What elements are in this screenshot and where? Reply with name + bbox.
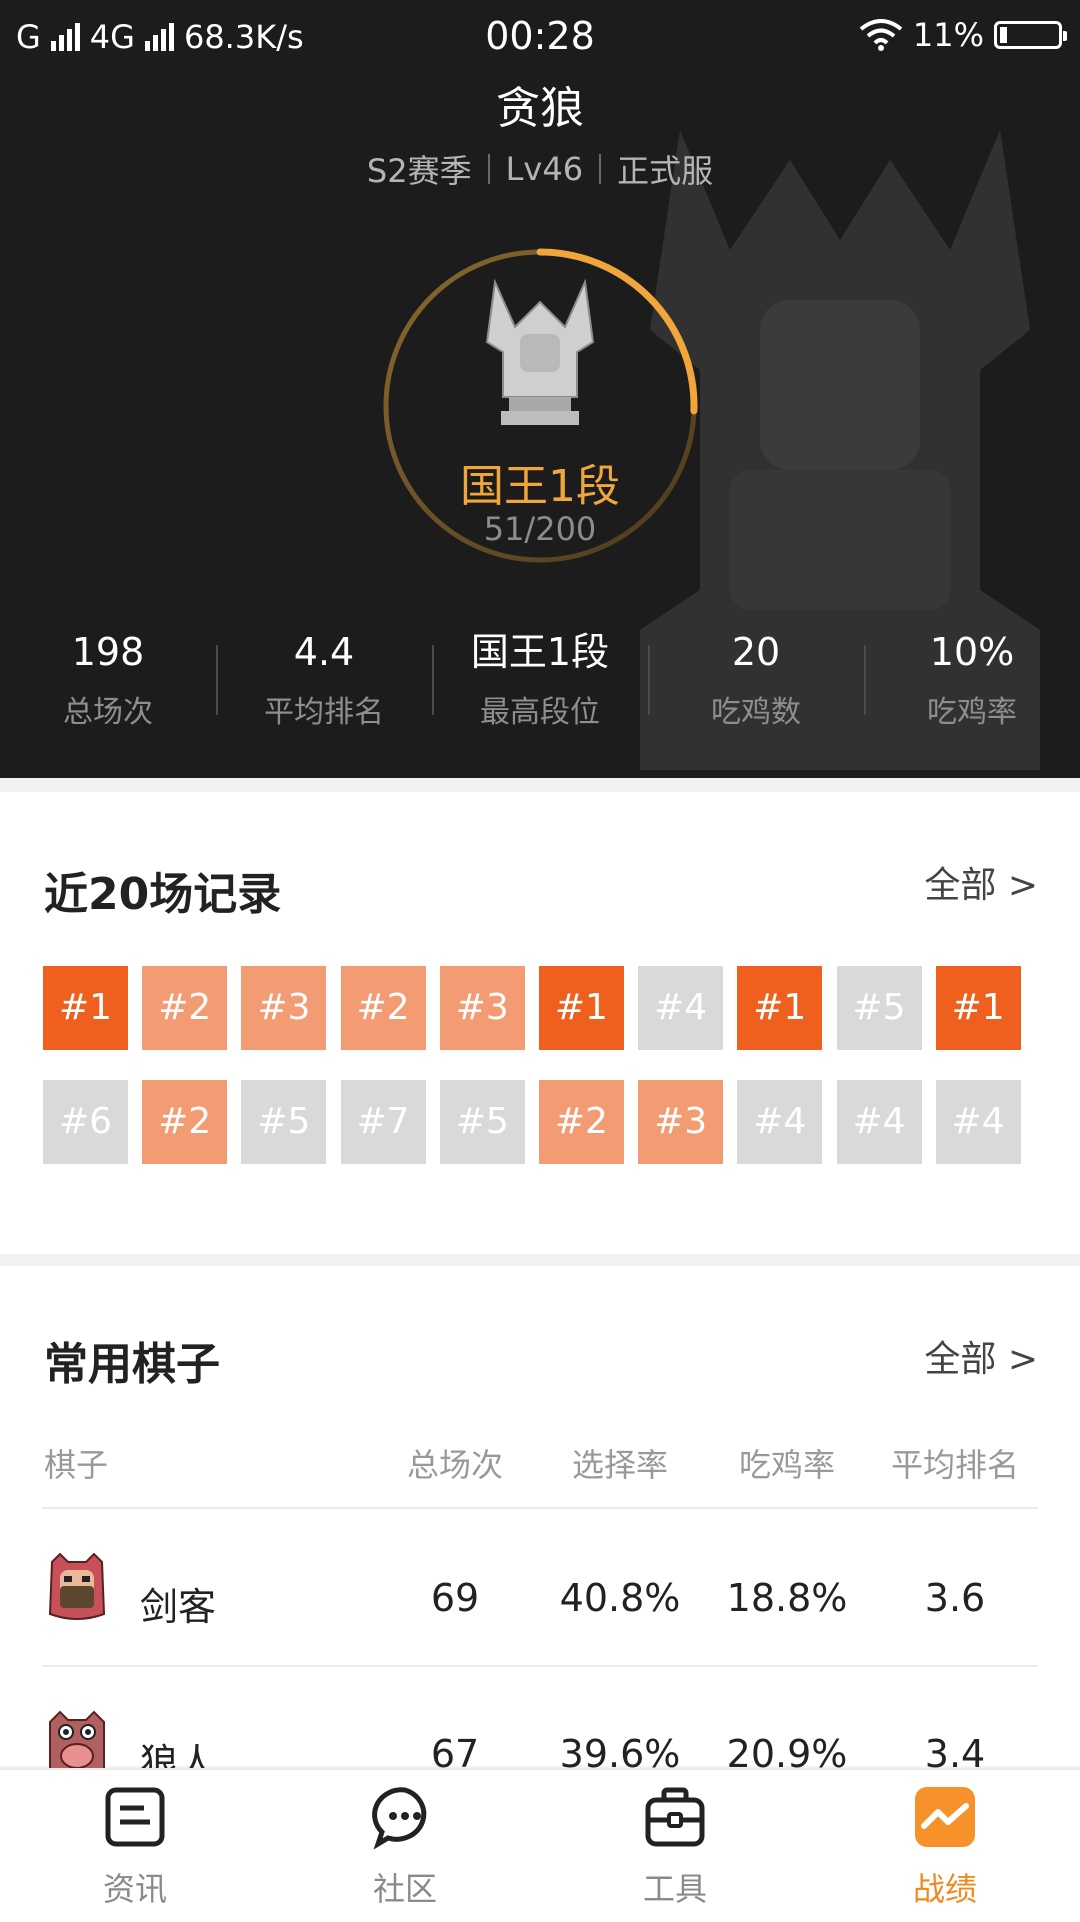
stat-label: 总场次	[63, 695, 153, 730]
piece-pick-rate: 40.8%	[559, 1576, 681, 1620]
record-cell[interactable]: #1	[538, 966, 624, 1050]
wifi-icon	[859, 19, 903, 51]
stat-value: 198	[71, 630, 145, 674]
section-title: 近20场记录	[44, 869, 282, 920]
player-meta: S2赛季 Lv46 正式服	[0, 146, 1080, 192]
stat-value: 4.4	[293, 630, 355, 674]
stat-total-games: 198 总场次	[0, 625, 216, 745]
nav-label: 工具	[642, 1870, 707, 1908]
record-cell[interactable]: #3	[439, 966, 525, 1050]
piece-name: 剑客	[140, 1585, 217, 1629]
record-cell[interactable]: #1	[43, 966, 128, 1050]
column-header: 总场次	[406, 1446, 503, 1484]
record-cell[interactable]: #2	[142, 1080, 228, 1164]
news-icon	[105, 1787, 165, 1847]
rank-name: 国王1段	[460, 461, 620, 512]
nav-label: 资讯	[102, 1870, 167, 1908]
record-cell[interactable]: #6	[43, 1080, 128, 1164]
pieces-view-all-link[interactable]: 全部 >	[924, 1330, 1038, 1382]
table-row[interactable]: 剑客 69 40.8% 18.8% 3.6	[0, 1552, 1080, 1642]
divider	[599, 154, 602, 184]
nav-label: 社区	[372, 1870, 437, 1908]
record-cell[interactable]: #4	[638, 966, 724, 1050]
battery-icon	[994, 21, 1067, 49]
pieces-table-header: 棋子 总场次 选择率 吃鸡率 平均排名	[0, 1440, 1080, 1510]
stat-label: 平均排名	[264, 695, 384, 730]
stat-wins: 20 吃鸡数	[648, 625, 864, 745]
piece-avg-rank: 3.6	[924, 1576, 986, 1620]
status-bar: G 4G 68.3K/s 00:28 11%	[0, 0, 1080, 74]
column-header: 选择率	[571, 1446, 668, 1484]
level-label: Lv46	[505, 150, 584, 188]
record-cell[interactable]: #2	[340, 966, 426, 1050]
player-name: 贪狼	[496, 83, 584, 134]
piece-win-rate: 18.8%	[726, 1576, 848, 1620]
common-pieces-card: 常用棋子 全部 >	[0, 1266, 1080, 1766]
stat-label: 最高段位	[480, 695, 600, 730]
divider	[42, 1507, 1038, 1509]
record-icon	[915, 1787, 975, 1847]
nav-item-records[interactable]: 战绩	[865, 1784, 1025, 1910]
piece-games: 69	[430, 1576, 480, 1620]
records-grid: #1 #2 #3 #2 #3 #1 #4 #1 #5 #1 #6 #2 #5 #…	[43, 966, 1043, 1164]
stat-label: 吃鸡率	[927, 695, 1017, 730]
rank-progress-text: 51/200	[483, 510, 597, 548]
nav-item-news[interactable]: 资讯	[55, 1784, 215, 1910]
stat-value: 国王1段	[470, 630, 610, 674]
record-cell[interactable]: #4	[737, 1080, 823, 1164]
record-cell[interactable]: #7	[340, 1080, 426, 1164]
record-cell[interactable]: #3	[241, 966, 327, 1050]
column-header: 平均排名	[890, 1446, 1019, 1484]
section-title: 常用棋子	[44, 1339, 220, 1390]
stat-highest-rank: 国王1段 最高段位	[432, 625, 648, 745]
record-cell[interactable]: #2	[142, 966, 228, 1050]
record-cell[interactable]: #2	[538, 1080, 624, 1164]
record-cell[interactable]: #5	[241, 1080, 327, 1164]
swordsman-icon	[48, 1552, 106, 1620]
community-icon	[372, 1787, 427, 1850]
season-label: S2赛季	[366, 152, 472, 190]
tools-icon	[645, 1787, 705, 1847]
profile-header: G 4G 68.3K/s 00:28 11% 贪狼 S2赛季 Lv46 正式服	[0, 0, 1080, 778]
records-view-all-link[interactable]: 全部 >	[924, 856, 1038, 908]
column-header: 吃鸡率	[738, 1446, 835, 1484]
record-cell[interactable]: #3	[638, 1080, 724, 1164]
stat-value: 20	[731, 630, 781, 674]
recent-records-card: 近20场记录 全部 > #1 #2 #3 #2 #3 #1 #4 #1 #5 #…	[0, 792, 1080, 1254]
bottom-navigation: 资讯 社区 工具 战绩	[0, 1768, 1080, 1922]
stat-label: 吃鸡数	[711, 695, 801, 730]
record-cell[interactable]: #1	[737, 966, 823, 1050]
stat-average-rank: 4.4 平均排名	[216, 625, 432, 745]
stat-value: 10%	[929, 630, 1015, 674]
nav-label: 战绩	[912, 1870, 977, 1908]
record-cell[interactable]: #1	[935, 966, 1021, 1050]
divider	[42, 1665, 1038, 1667]
stats-summary: 198 总场次 4.4 平均排名 国王1段 最高段位 20 吃鸡数 10% 吃鸡…	[0, 625, 1080, 745]
record-cell[interactable]: #4	[836, 1080, 922, 1164]
stat-win-rate: 10% 吃鸡率	[864, 625, 1080, 745]
battery-percent: 11%	[912, 16, 984, 54]
nav-item-tools[interactable]: 工具	[595, 1784, 755, 1910]
record-cell[interactable]: #4	[935, 1080, 1021, 1164]
server-label: 正式服	[617, 152, 714, 190]
column-header: 棋子	[44, 1446, 109, 1484]
king-rank-badge-icon	[485, 278, 595, 425]
divider	[487, 154, 490, 184]
record-cell[interactable]: #5	[836, 966, 922, 1050]
nav-item-community[interactable]: 社区	[325, 1784, 485, 1910]
record-cell[interactable]: #5	[439, 1080, 525, 1164]
